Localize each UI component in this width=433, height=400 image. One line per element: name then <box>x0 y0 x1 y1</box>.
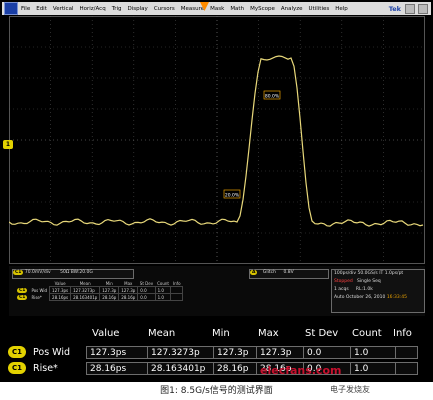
cell-stdev: 0.0 <box>137 286 156 294</box>
cell-mean: 28.163401p <box>147 362 214 375</box>
cell-mean: 127.3273p <box>147 346 214 359</box>
channel-badge: C1 <box>13 270 24 275</box>
acq-seq: Single Seq <box>357 279 381 284</box>
cell-max: 127.3p <box>256 346 304 359</box>
graticule-grid: 80.0% 20.0% <box>9 16 425 264</box>
cell-value: 127.3ps <box>86 346 148 359</box>
sample-rate: 50.0GS/s <box>357 271 378 276</box>
trigger-badge: A <box>250 270 258 275</box>
row-name: Rise* <box>31 294 42 300</box>
col-max: Max <box>258 328 279 339</box>
cell-max: 28.16p <box>118 293 139 301</box>
menu-help[interactable]: Help <box>332 6 351 12</box>
col-info: Info <box>393 328 412 339</box>
cell-min: 127.3p <box>99 286 120 294</box>
col-count: Count <box>352 328 382 339</box>
menu-edit[interactable]: Edit <box>33 6 50 12</box>
trigger-settings-box[interactable]: A Glitch 0.8V <box>249 269 329 279</box>
close-icon[interactable] <box>418 3 428 14</box>
row-name: Rise* <box>33 363 58 374</box>
row-name: Pos Wid <box>31 287 48 293</box>
cell-count: 1.0 <box>350 362 396 375</box>
minimize-icon[interactable] <box>405 3 415 14</box>
cell-info <box>395 346 418 359</box>
record-length: RL:1.0k <box>355 287 373 292</box>
cell-min: 28.16p <box>213 362 257 375</box>
brand-label: Tek <box>388 4 401 13</box>
scope-readout-panel: C1 70.0mV/div 50Ω BW:20.0G A Glitch 0.8V… <box>9 266 425 316</box>
cell-mean: 127.3273p <box>70 286 101 294</box>
col-min: Min <box>212 328 230 339</box>
row-channel-badge: C1 <box>17 288 28 293</box>
cell-min: 127.3p <box>213 346 257 359</box>
menu-bar: File Edit Vertical Horiz/Acq Trig Displa… <box>2 2 431 15</box>
channel-1-marker[interactable]: 1 <box>3 140 13 149</box>
table-row[interactable]: C1 Rise* 28.16ps 28.163401p 28.16p 28.16… <box>8 362 418 376</box>
cell-mean: 28.163401p <box>70 293 101 301</box>
channel-settings-box[interactable]: C1 70.0mV/div 50Ω BW:20.0G <box>12 269 134 279</box>
time-label: 16:33:45 <box>386 295 408 300</box>
cell-info <box>395 362 418 375</box>
channel-coupling: 50Ω <box>60 270 70 275</box>
table-row: C1 Pos Wid 127.3ps 127.3273p 127.3p 127.… <box>15 286 184 294</box>
cell-min: 28.16p <box>99 293 120 301</box>
menu-file[interactable]: File <box>18 6 33 12</box>
interp-mode: IT <box>379 271 384 276</box>
menu-utilities[interactable]: Utilities <box>306 6 333 12</box>
col-value: Value <box>92 328 120 339</box>
channel-bw: BW:20.0G <box>70 270 93 275</box>
waveform-trace <box>9 55 424 227</box>
menu-horiz-acq[interactable]: Horiz/Acq <box>76 6 108 12</box>
trigger-mode: Glitch <box>262 270 276 275</box>
watermark: elecfans.com <box>260 364 342 377</box>
resolution: 1.0ps/pt <box>384 271 404 276</box>
table-row: C1 Rise* 28.16ps 28.163401p 28.16p 28.16… <box>15 293 184 301</box>
timebase-box[interactable]: 100ps/div 50.0GS/s IT 1.0ps/pt Stopped S… <box>331 269 425 313</box>
menu-myscope[interactable]: MyScope <box>247 6 278 12</box>
col-mean: Mean <box>148 328 176 339</box>
menu-trig[interactable]: Trig <box>109 6 125 12</box>
row-channel-badge: C1 <box>17 295 28 300</box>
small-col-info: Info <box>172 281 181 286</box>
trigger-auto: Auto <box>334 295 345 300</box>
menu-mask[interactable]: Mask <box>207 6 227 12</box>
cell-value: 28.16ps <box>86 362 148 375</box>
cell-count: 1.0 <box>154 286 172 294</box>
scope-measure-table: Value Mean Min Max St Dev Count Info C1 … <box>15 281 184 301</box>
menu-math[interactable]: Math <box>227 6 247 12</box>
trigger-level: 0.8V <box>283 270 294 275</box>
small-col-count: Count <box>157 281 169 286</box>
row-name: Pos Wid <box>33 347 71 358</box>
small-col-stdev: St Dev <box>139 281 154 286</box>
menu-analyze[interactable]: Analyze <box>278 6 306 12</box>
cell-count: 1.0 <box>154 293 172 301</box>
cell-max: 127.3p <box>118 286 139 294</box>
waveform-graticule: 80.0% 20.0% <box>9 16 425 264</box>
tek-logo-icon <box>4 2 18 15</box>
table-row[interactable]: C1 Pos Wid 127.3ps 127.3273p 127.3p 127.… <box>8 346 418 360</box>
row-channel-badge: C1 <box>8 346 26 358</box>
menu-vertical[interactable]: Vertical <box>50 6 77 12</box>
menu-display[interactable]: Display <box>125 6 151 12</box>
cell-count: 1.0 <box>350 346 396 359</box>
acq-status: Stopped <box>334 279 353 284</box>
high-ref-label: 80.0% <box>265 94 280 100</box>
date-label: October 26, 2010 <box>345 295 386 300</box>
channel-scale: 70.0mV/div <box>24 270 51 275</box>
row-channel-badge: C1 <box>8 362 26 374</box>
cell-stdev: 0.0 <box>137 293 156 301</box>
cell-value: 127.3ps <box>49 286 72 294</box>
cell-value: 28.16ps <box>49 293 72 301</box>
low-ref-label: 20.0% <box>225 193 240 199</box>
timebase-scale: 100ps/div <box>334 271 357 276</box>
watermark-secondary: 电子发烧友 <box>330 385 370 394</box>
col-stdev: St Dev <box>305 328 339 339</box>
acq-count: 1 acqs <box>334 287 349 292</box>
menu-cursors[interactable]: Cursors <box>151 6 178 12</box>
cell-stdev: 0.0 <box>303 346 351 359</box>
